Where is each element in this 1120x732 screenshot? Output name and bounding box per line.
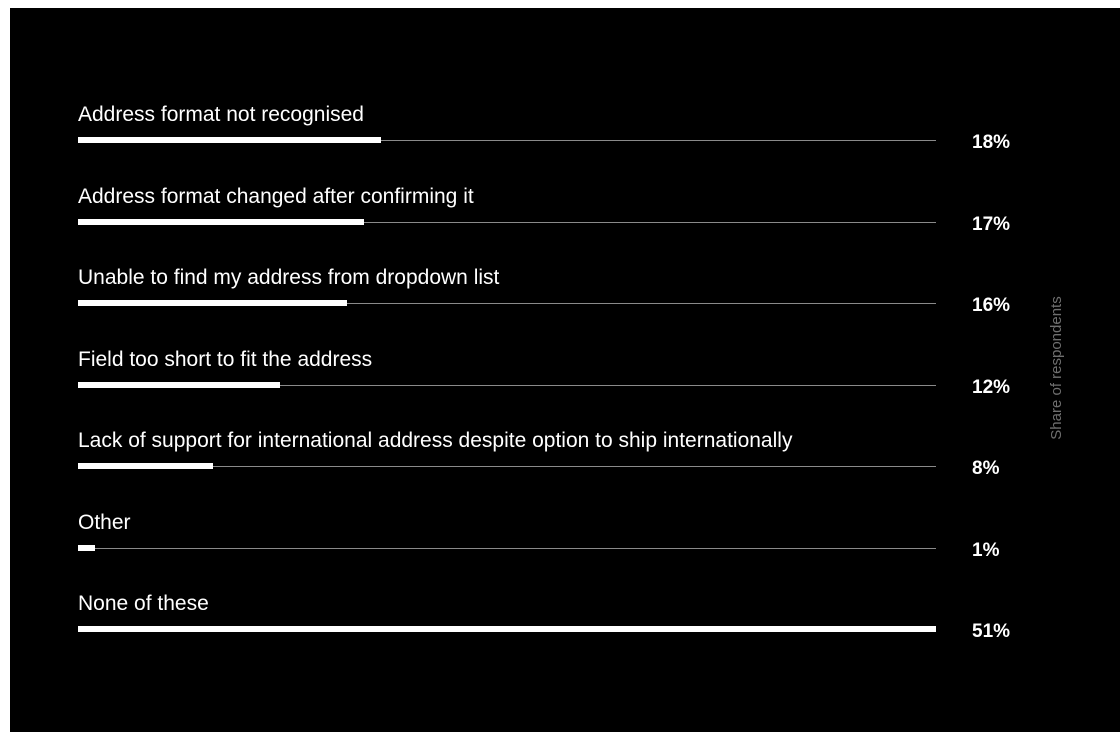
category-label: Lack of support for international addres… <box>78 429 793 452</box>
value-label: 17% <box>972 214 1011 235</box>
bar <box>78 463 213 469</box>
value-label: 16% <box>972 295 1011 316</box>
category-label: None of these <box>78 592 209 615</box>
chart-canvas: Address format not recognised 18% Address … <box>10 8 1120 732</box>
bar <box>78 137 381 143</box>
bar-track-line <box>78 548 936 549</box>
category-label: Address format changed after confirming … <box>78 185 474 208</box>
category-label: Field too short to fit the address <box>78 348 373 371</box>
category-label: Unable to find my address from dropdown … <box>78 266 500 289</box>
category-label: Address format not recognised <box>78 103 364 126</box>
bar <box>78 300 348 306</box>
bar <box>78 219 364 225</box>
axis-title: Share of respondents <box>1048 296 1065 440</box>
bar <box>78 545 95 551</box>
bar <box>78 382 280 388</box>
value-label: 51% <box>972 621 1011 642</box>
value-label: 8% <box>972 458 1000 479</box>
value-label: 1% <box>972 540 1000 561</box>
value-label: 12% <box>972 377 1011 398</box>
category-label: Other <box>78 511 131 534</box>
value-label: 18% <box>972 132 1011 153</box>
bar <box>78 626 936 632</box>
